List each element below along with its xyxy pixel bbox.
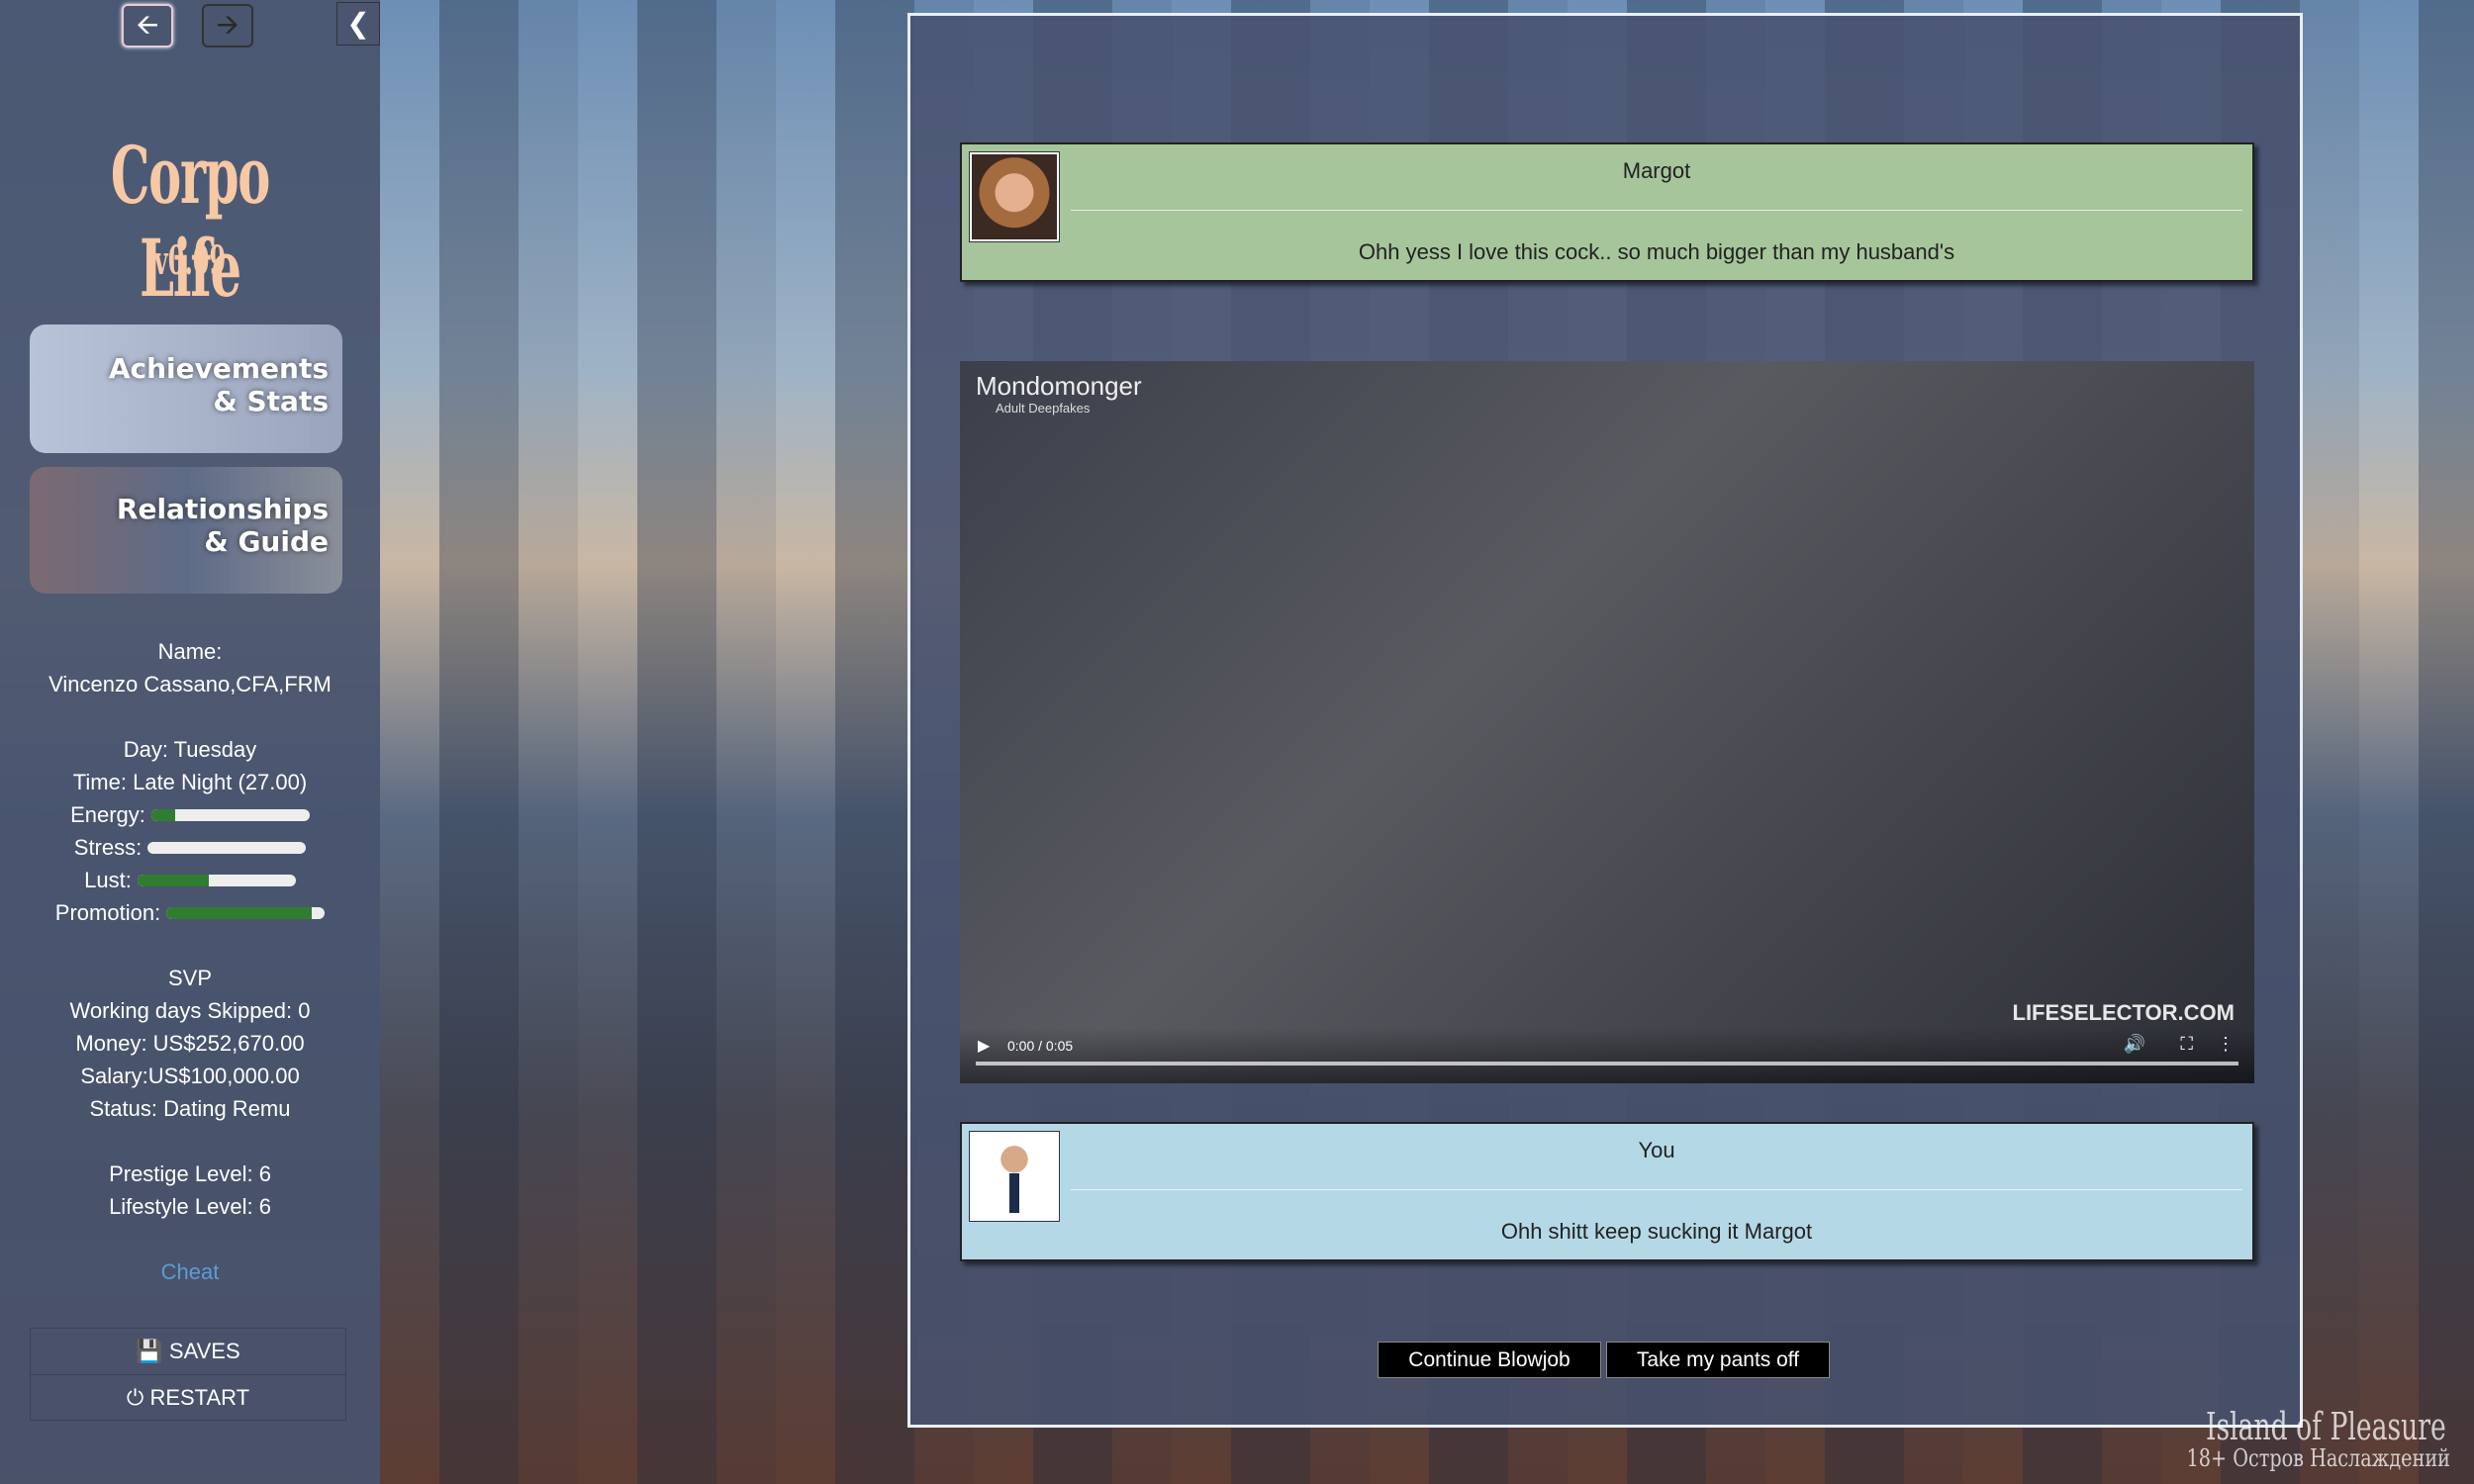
dialogue-text: Ohh yess I love this cock.. so much bigg… [1071,239,2242,265]
power-icon: ⏻ [127,1385,143,1410]
relationship-status: Status: Dating Remu [0,1092,380,1125]
relationships-label: Relationships [30,493,329,525]
energy-bar [151,809,310,821]
saves-button[interactable]: 💾 SAVES [31,1329,345,1374]
story-panel: Margot Ohh yess I love this cock.. so mu… [907,13,2303,1428]
arrow-left-icon: 🡨 [137,9,159,40]
lust-label: Lust: [84,864,132,896]
relationships-guide-button[interactable]: Relationships & Guide [30,467,342,594]
stress-bar-row: Stress: [0,831,380,864]
achievements-label: Achievements [30,352,329,385]
dialogue-box-margot: Margot Ohh yess I love this cock.. so mu… [960,142,2254,282]
corner-watermark-sub: 18+ Остров Наслаждений [2187,1444,2450,1472]
back-button[interactable]: 🡨 [122,4,173,47]
chevron-left-icon: ❮ [346,8,369,39]
energy-bar-row: Energy: [0,798,380,831]
money: Money: US$252,670.00 [0,1027,380,1060]
forward-button[interactable]: 🡪 [202,4,253,47]
restart-button[interactable]: ⏻ RESTART [31,1374,345,1420]
choice-pants-off-button[interactable]: Take my pants off [1606,1342,1830,1378]
name-label: Name: [0,635,380,668]
choice-continue-button[interactable]: Continue Blowjob [1378,1342,1601,1378]
bar-fill [138,875,209,886]
video-brand: LIFESELECTOR.COM [2013,1000,2236,1026]
job-rank: SVP [0,962,380,994]
guide-label: & Guide [30,525,329,558]
divider [1071,210,2242,211]
stress-bar [147,842,306,854]
video-seek-bar[interactable] [976,1062,2238,1066]
video-watermark: Mondomonger [976,371,1142,402]
speaker-name: Margot [1071,158,2242,184]
player-stats: Name: Vincenzo Cassano,CFA,FRM Day: Tues… [0,635,380,1288]
promotion-bar-row: Promotion: [0,896,380,929]
promotion-label: Promotion: [55,896,160,929]
energy-label: Energy: [70,798,145,831]
prestige-level: Prestige Level: 6 [0,1158,380,1190]
arrow-right-icon: 🡪 [217,9,239,40]
salary: Salary:US$100,000.00 [0,1060,380,1092]
play-icon[interactable]: ▶ [978,1036,990,1056]
floppy-disk-icon: 💾 [136,1339,162,1363]
day: Day: Tuesday [0,733,380,766]
fullscreen-icon[interactable]: ⛶ [2180,1034,2193,1055]
stress-label: Stress: [74,831,142,864]
speaker-name: You [1071,1138,2242,1163]
lust-bar [138,875,296,886]
lifestyle-level: Lifestyle Level: 6 [0,1190,380,1223]
game-version: v0.09 [76,237,304,284]
bar-fill [151,809,175,821]
dialogue-box-you: You Ohh shitt keep sucking it Margot [960,1122,2254,1261]
stats-label: & Stats [30,385,329,417]
corner-watermark: Island of Pleasure [2206,1405,2446,1448]
restart-label: RESTART [149,1385,249,1410]
divider [1071,1189,2242,1190]
sidebar-menu: 💾 SAVES ⏻ RESTART [30,1328,346,1421]
avatar-margot [970,152,1059,241]
lust-bar-row: Lust: [0,864,380,896]
dialogue-text: Ohh shitt keep sucking it Margot [1071,1219,2242,1245]
collapse-sidebar-button[interactable]: ❮ [336,2,380,46]
time: Time: Late Night (27.00) [0,766,380,798]
player-name: Vincenzo Cassano,CFA,FRM [0,668,380,700]
promotion-bar [166,907,325,919]
game-title: Corpo Life [72,129,308,315]
video-time: 0:00 / 0:05 [1007,1038,1073,1054]
bar-fill [166,907,312,919]
sidebar: 🡨 🡪 ❮ Corpo Life v0.09 Achievements & St… [0,0,380,1484]
days-skipped: Working days Skipped: 0 [0,994,380,1027]
avatar-you [970,1132,1059,1221]
video-watermark-sub: Adult Deepfakes [996,401,1090,416]
volume-icon[interactable]: 🔊 [2124,1034,2145,1055]
video-controls: ▶ 0:00 / 0:05 🔊 ⛶ ⋮ [960,1028,2254,1083]
saves-label: SAVES [169,1339,240,1363]
more-options-icon[interactable]: ⋮ [2217,1034,2235,1055]
video-player[interactable]: Mondomonger Adult Deepfakes LIFESELECTOR… [960,361,2254,1083]
cheat-link[interactable]: Cheat [0,1255,380,1288]
achievements-stats-button[interactable]: Achievements & Stats [30,325,342,453]
